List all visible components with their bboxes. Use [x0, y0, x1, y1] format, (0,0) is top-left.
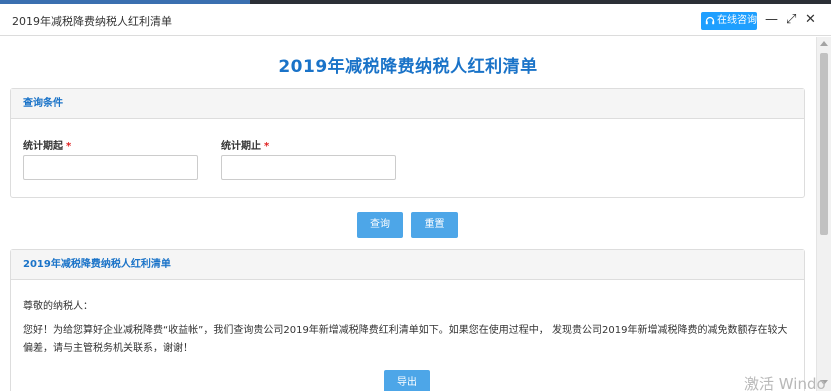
- search-button[interactable]: 查询: [357, 212, 403, 238]
- scrollbar-thumb[interactable]: [820, 53, 828, 235]
- required-mark: *: [264, 141, 270, 152]
- close-icon[interactable]: ✕: [805, 12, 816, 28]
- online-consult-label: 在线咨询: [717, 15, 757, 26]
- query-panel-title: 查询条件: [11, 89, 804, 119]
- query-panel: 查询条件 统计期起 * 统计期止 *: [10, 88, 805, 198]
- export-button[interactable]: 导出: [384, 370, 430, 391]
- bonus-panel-body: 尊敬的纳税人： 您好！为给您算好企业减税降费“收益帐”，我们查询贵公司2019年…: [11, 280, 804, 368]
- minimize-icon[interactable]: —: [765, 12, 778, 28]
- end-period-label-text: 统计期止: [221, 141, 261, 152]
- start-period-input[interactable]: [23, 155, 198, 180]
- page-title: 2019年减税降费纳税人红利清单: [278, 57, 538, 77]
- bonus-panel-title: 2019年减税降费纳税人红利清单: [11, 250, 804, 280]
- dialog-content: 2019年减税降费纳税人红利清单 查询条件 统计期起 * 统计期止 * 查询 重置 …: [0, 37, 816, 391]
- window-title: 2019年减税降费纳税人红利清单: [12, 15, 172, 28]
- maximize-icon[interactable]: ⤢: [786, 12, 796, 28]
- greeting-text: 尊敬的纳税人：: [23, 301, 93, 312]
- headset-icon: [705, 16, 715, 25]
- scroll-up-arrow-icon[interactable]: [820, 41, 828, 46]
- activation-watermark: 激活 Windo: [744, 375, 826, 391]
- required-mark: *: [66, 141, 72, 152]
- notice-message: 您好！为给您算好企业减税降费“收益帐”，我们查询贵公司2019年新增减税降费红利…: [23, 325, 788, 354]
- start-period-label: 统计期起 *: [23, 137, 71, 152]
- start-period-label-text: 统计期起: [23, 141, 63, 152]
- end-period-input[interactable]: [221, 155, 396, 180]
- vertical-scrollbar[interactable]: [816, 37, 831, 391]
- end-period-label: 统计期止 *: [221, 137, 269, 152]
- reset-button[interactable]: 重置: [411, 212, 458, 238]
- window-titlebar: 2019年减税降费纳税人红利清单 在线咨询 — ⤢ ✕: [0, 4, 831, 36]
- online-consult-button[interactable]: 在线咨询: [701, 12, 757, 30]
